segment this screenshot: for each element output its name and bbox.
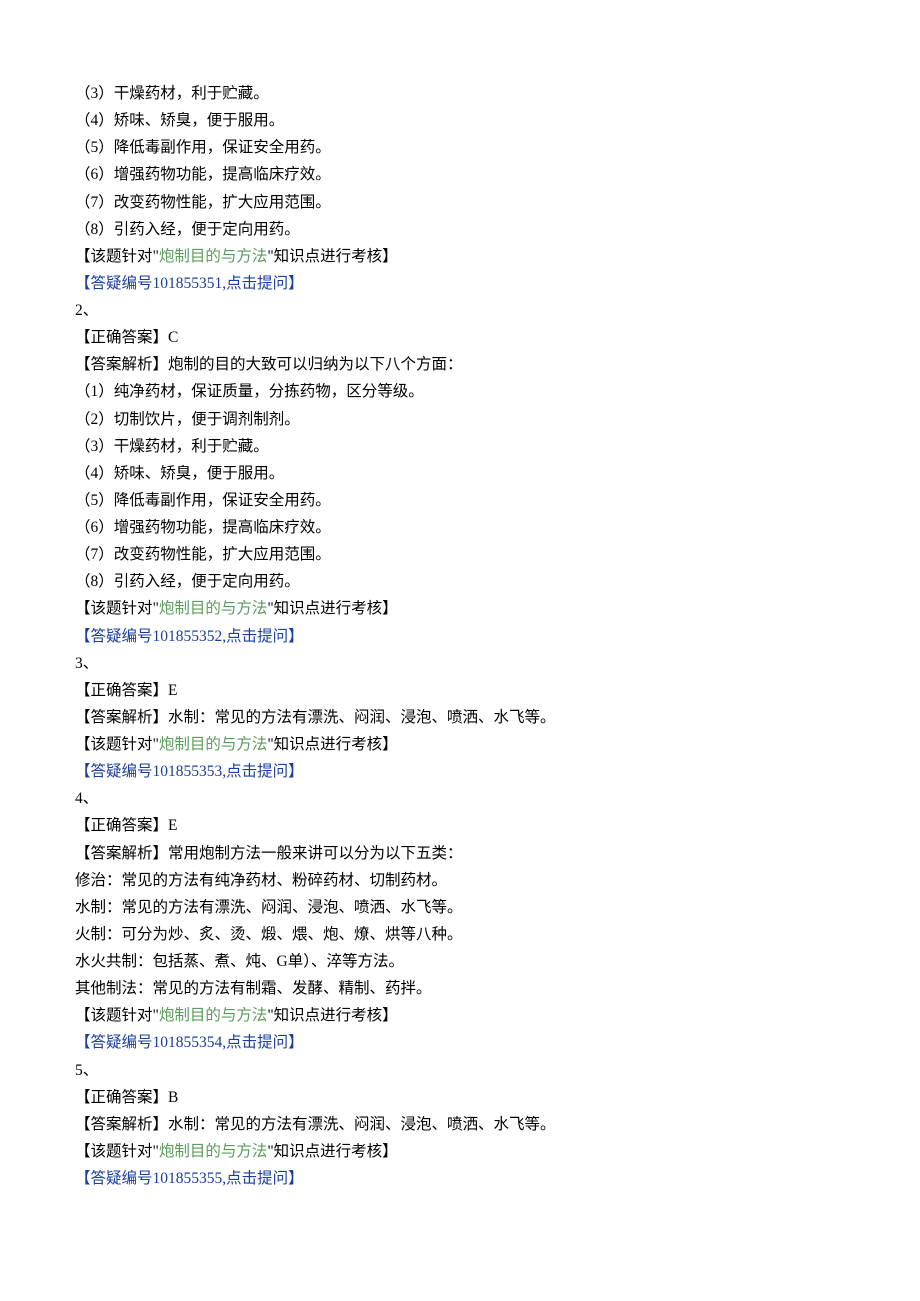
note-topic: 炮制目的与方法 [159, 1007, 268, 1024]
q3-explanation: 【答案解析】水制：常见的方法有漂洗、闷润、浸泡、喷洒、水飞等。 [75, 704, 845, 731]
note-post: "知识点进行考核】 [267, 1007, 397, 1024]
q3-ask-link[interactable]: 【答疑编号101855353,点击提问】 [75, 763, 304, 780]
note-post: "知识点进行考核】 [267, 248, 397, 265]
note-pre: 【该题针对" [75, 248, 159, 265]
q2-point-4: （4）矫味、矫臭，便于服用。 [75, 460, 845, 487]
q2-number: 2、 [75, 297, 845, 324]
q1-point-5: （5）降低毒副作用，保证安全用药。 [75, 134, 845, 161]
q4-number: 4、 [75, 785, 845, 812]
q2-point-6: （6）增强药物功能，提高临床疗效。 [75, 514, 845, 541]
q5-correct-answer: 【正确答案】B [75, 1084, 845, 1111]
q3-correct-answer: 【正确答案】E [75, 677, 845, 704]
q2-point-2: （2）切制饮片，便于调剂制剂。 [75, 406, 845, 433]
q5-number: 5、 [75, 1057, 845, 1084]
q2-point-3: （3）干燥药材，利于贮藏。 [75, 433, 845, 460]
q3-number: 3、 [75, 650, 845, 677]
note-post: "知识点进行考核】 [267, 600, 397, 617]
q5-topic-note: 【该题针对"炮制目的与方法"知识点进行考核】 [75, 1138, 845, 1165]
q1-point-6: （6）增强药物功能，提高临床疗效。 [75, 161, 845, 188]
q2-point-7: （7）改变药物性能，扩大应用范围。 [75, 541, 845, 568]
q4-line-5: 其他制法：常见的方法有制霜、发酵、精制、药拌。 [75, 975, 845, 1002]
note-pre: 【该题针对" [75, 1143, 159, 1160]
q1-point-7: （7）改变药物性能，扩大应用范围。 [75, 189, 845, 216]
note-post: "知识点进行考核】 [267, 736, 397, 753]
q4-correct-answer: 【正确答案】E [75, 812, 845, 839]
q2-explanation-intro: 【答案解析】炮制的目的大致可以归纳为以下八个方面： [75, 351, 845, 378]
q5-ask-link[interactable]: 【答疑编号101855355,点击提问】 [75, 1170, 304, 1187]
q4-line-4: 水火共制：包括蒸、煮、炖、G单）、淬等方法。 [75, 948, 845, 975]
q5-explanation: 【答案解析】水制：常见的方法有漂洗、闷润、浸泡、喷洒、水飞等。 [75, 1111, 845, 1138]
q1-point-8: （8）引药入经，便于定向用药。 [75, 216, 845, 243]
q4-line-2: 水制：常见的方法有漂洗、闷润、浸泡、喷洒、水飞等。 [75, 894, 845, 921]
q4-topic-note: 【该题针对"炮制目的与方法"知识点进行考核】 [75, 1002, 845, 1029]
q2-correct-answer: 【正确答案】C [75, 324, 845, 351]
q4-line-3: 火制：可分为炒、炙、烫、煅、煨、炮、燎、烘等八种。 [75, 921, 845, 948]
note-pre: 【该题针对" [75, 736, 159, 753]
q1-point-4: （4）矫味、矫臭，便于服用。 [75, 107, 845, 134]
q3-topic-note: 【该题针对"炮制目的与方法"知识点进行考核】 [75, 731, 845, 758]
note-topic: 炮制目的与方法 [159, 600, 268, 617]
note-pre: 【该题针对" [75, 1007, 159, 1024]
note-pre: 【该题针对" [75, 600, 159, 617]
q1-point-3: （3）干燥药材，利于贮藏。 [75, 80, 845, 107]
q1-ask-link[interactable]: 【答疑编号101855351,点击提问】 [75, 275, 304, 292]
q2-topic-note: 【该题针对"炮制目的与方法"知识点进行考核】 [75, 595, 845, 622]
q4-line-1: 修治：常见的方法有纯净药材、粉碎药材、切制药材。 [75, 867, 845, 894]
note-topic: 炮制目的与方法 [159, 736, 268, 753]
q2-point-8: （8）引药入经，便于定向用药。 [75, 568, 845, 595]
q4-ask-link[interactable]: 【答疑编号101855354,点击提问】 [75, 1034, 304, 1051]
q4-explanation-intro: 【答案解析】常用炮制方法一般来讲可以分为以下五类： [75, 840, 845, 867]
note-topic: 炮制目的与方法 [159, 1143, 268, 1160]
note-post: "知识点进行考核】 [267, 1143, 397, 1160]
note-topic: 炮制目的与方法 [159, 248, 268, 265]
q1-topic-note: 【该题针对"炮制目的与方法"知识点进行考核】 [75, 243, 845, 270]
q2-ask-link[interactable]: 【答疑编号101855352,点击提问】 [75, 628, 304, 645]
q2-point-5: （5）降低毒副作用，保证安全用药。 [75, 487, 845, 514]
q2-point-1: （1）纯净药材，保证质量，分拣药物，区分等级。 [75, 378, 845, 405]
